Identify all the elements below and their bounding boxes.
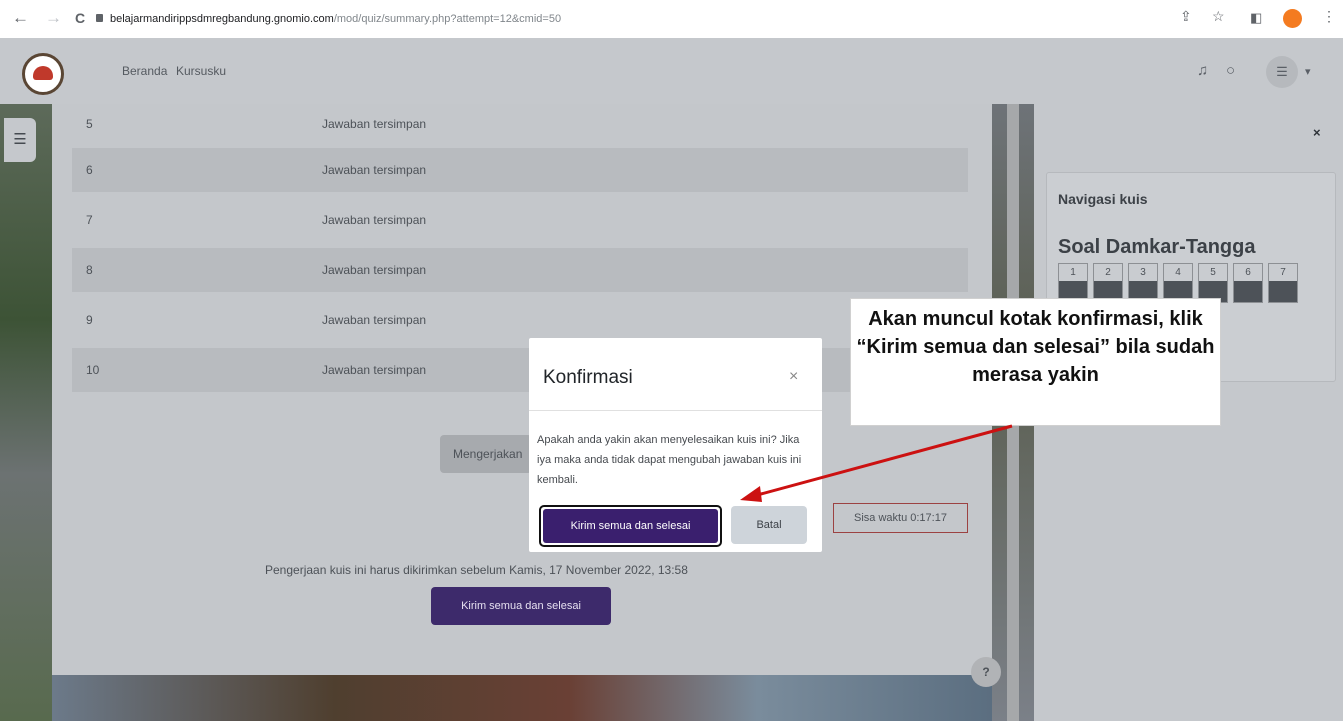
arrow-shaft xyxy=(749,424,1013,499)
annotation-arrow xyxy=(740,424,1013,502)
arrow-head xyxy=(740,486,762,502)
